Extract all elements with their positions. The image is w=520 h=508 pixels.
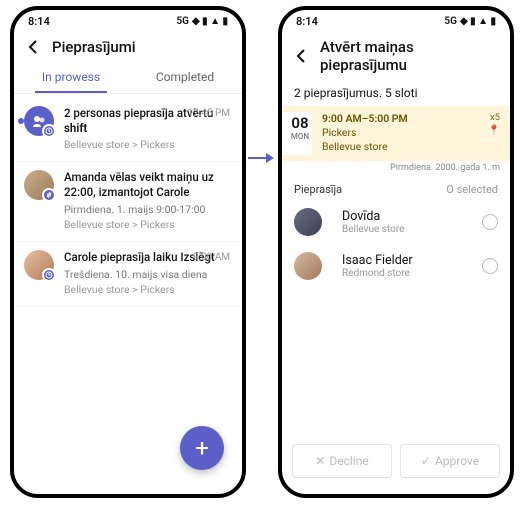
timeoff-badge-icon [42,268,56,282]
item-time: 9:00 AM [193,252,230,263]
status-time: 8:14 [296,15,318,28]
list-item[interactable]: Carole pieprasīja laiku Izslēgt Trešdien… [14,242,242,307]
group-avatar [24,106,54,136]
item-subtitle: Trešdiena. 10. maijs visa diena [64,268,232,281]
select-radio[interactable] [482,214,498,230]
tab-completed[interactable]: Completed [128,60,242,93]
shift-info: 9:00 AM–5:00 PM Pickers Bellevue store [322,112,478,155]
swap-badge-icon [42,188,56,202]
item-subtitle: Pirmdiena. 1. maijs 9:00-17:00 [64,203,232,216]
requester-name: Dovīda [342,209,472,224]
header: Atvērt maiņas pieprasījumu [282,32,510,78]
shift-badge-icon [42,124,56,138]
add-button[interactable]: + [180,426,224,470]
requesters-header: Pieprasīja O selected [282,179,510,200]
tabs: In prowess Completed [14,60,242,94]
decline-button[interactable]: ✕ Decline [292,444,392,478]
requests-list: 2 personas pieprasīja atvērtu shift Bell… [14,94,242,311]
back-icon[interactable] [24,38,42,56]
requesters-label: Pieprasīja [294,183,342,196]
item-crumb: Bellevue store > Pickers [64,218,232,231]
status-icons: 5G ◆ ▮ ▲ ▮ [444,16,496,27]
shift-time: 9:00 AM–5:00 PM [322,112,478,126]
item-time: 12:45 PM [188,108,230,119]
shift-date: 08 MON [282,112,312,155]
shift-footnote: Pirmdiena. 2000. gada 1. m [282,161,510,179]
select-radio[interactable] [482,258,498,274]
status-bar: 8:14 5G ◆ ▮ ▲ ▮ [282,10,510,32]
avatar [294,208,322,236]
arrow-between-phones [248,150,274,169]
status-bar: 8:14 5G ◆ ▮ ▲ ▮ [14,10,242,32]
page-title: Pieprasījumi [52,38,136,56]
page-title: Atvērt maiņas pieprasījumu [320,38,500,74]
phone-request-detail: 8:14 5G ◆ ▮ ▲ ▮ Atvērt maiņas pieprasīju… [278,6,514,498]
requester-row[interactable]: Dovīda Bellevue store [282,200,510,244]
status-time: 8:14 [28,15,50,28]
tab-in-progress[interactable]: In prowess [14,60,128,93]
requester-name: Isaac Fielder [342,253,472,268]
shift-count: x5 [488,112,500,125]
avatar [24,250,54,280]
item-body: Amanda vēlas veikt maiņu uz 22:00, izman… [64,170,232,231]
close-icon: ✕ [315,454,325,468]
requester-text: Dovīda Bellevue store [342,209,472,235]
list-item[interactable]: Amanda vēlas veikt maiņu uz 22:00, izman… [14,162,242,242]
approve-button[interactable]: ✓ Approve [400,444,500,478]
list-item[interactable]: 2 personas pieprasīja atvērtu shift Bell… [14,98,242,162]
check-icon: ✓ [421,454,431,468]
shift-card[interactable]: 08 MON 9:00 AM–5:00 PM Pickers Bellevue … [282,106,510,161]
header: Pieprasījumi [14,32,242,60]
phone-requests-list: 8:14 5G ◆ ▮ ▲ ▮ Pieprasījumi In prowess … [10,6,246,498]
shift-meta: x5 📍 [488,112,500,138]
summary-text: 2 pieprasījumus. 5 sloti [282,78,510,104]
requester-text: Isaac Fielder Redmond store [342,253,472,279]
avatar [294,252,322,280]
requester-store: Bellevue store [342,224,472,235]
action-bar: ✕ Decline ✓ Approve [292,444,500,478]
shift-role: Pickers [322,126,478,140]
pin-icon: 📍 [488,125,500,138]
back-icon[interactable] [292,47,310,65]
item-title: Amanda vēlas veikt maiņu uz 22:00, izman… [64,170,232,200]
requester-store: Redmond store [342,268,472,279]
status-icons: 5G ◆ ▮ ▲ ▮ [176,16,228,27]
item-crumb: Bellevue store > Pickers [64,138,232,151]
item-crumb: Bellevue store > Pickers [64,283,232,296]
avatar [24,170,54,200]
shift-store: Bellevue store [322,140,478,154]
requester-row[interactable]: Isaac Fielder Redmond store [282,244,510,288]
selected-count: O selected [446,183,498,196]
plus-icon: + [195,434,209,462]
